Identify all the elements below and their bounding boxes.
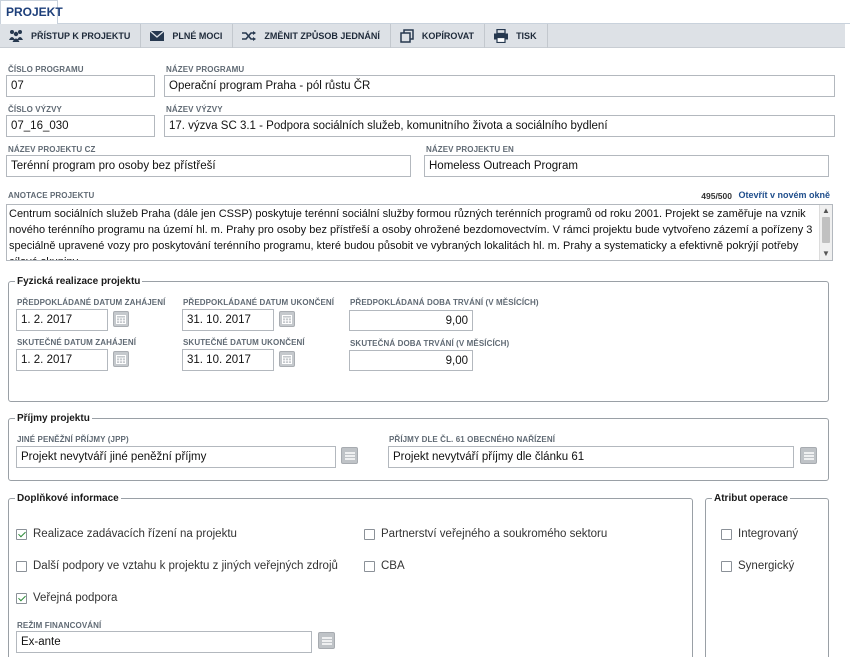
actual-end-field[interactable]: 31. 10. 2017 (182, 349, 274, 371)
actual-duration-field[interactable]: 9,00 (349, 350, 473, 371)
operation-attribute-section: Atribut operace (705, 493, 829, 657)
envelope-icon (149, 29, 165, 43)
funding-mode-label: REŽIM FINANCOVÁNÍ (17, 621, 102, 630)
funding-mode-field[interactable]: Ex-ante (16, 631, 312, 653)
checkbox-cba-box[interactable] (364, 560, 375, 572)
checkbox-integrated-label: Integrovaný (738, 528, 799, 540)
checkbox-cba-label: CBA (381, 560, 405, 572)
project-access-label: PŘÍSTUP K PROJEKTU (31, 31, 131, 41)
print-button[interactable]: TISK (485, 24, 548, 48)
copy-button[interactable]: KOPÍROVAT (391, 24, 486, 48)
planned-end-field[interactable]: 31. 10. 2017 (182, 309, 274, 331)
scroll-up-icon[interactable]: ▲ (820, 205, 832, 217)
call-name-field[interactable]: 17. výzva SC 3.1 - Podpora sociálních sl… (164, 115, 835, 137)
planned-end-label: PŘEDPOKLÁDANÉ DATUM UKONČENÍ (183, 298, 335, 307)
funding-mode-list-icon[interactable] (318, 632, 335, 649)
planned-start-label: PŘEDPOKLÁDANÉ DATUM ZAHÁJENÍ (17, 298, 166, 307)
actual-start-field[interactable]: 1. 2. 2017 (16, 349, 108, 371)
change-acting-method-button[interactable]: ZMĚNIT ZPŮSOB JEDNÁNÍ (233, 24, 391, 48)
other-income-list-icon[interactable] (341, 447, 358, 464)
art61-income-field[interactable]: Projekt nevytváří příjmy dle článku 61 (388, 446, 794, 468)
program-number-field[interactable]: 07 (6, 75, 155, 97)
actual-duration-label: SKUTEČNÁ DOBA TRVÁNÍ (V MĚSÍCÍCH) (350, 339, 510, 348)
printer-icon (493, 29, 509, 43)
call-name-label: NÁZEV VÝZVY (166, 105, 223, 114)
program-number-label: ČÍSLO PROGRAMU (8, 65, 84, 74)
planned-duration-field[interactable]: 9,00 (349, 310, 473, 331)
planned-end-calendar-icon[interactable] (279, 311, 295, 327)
powers-of-attorney-label: PLNÉ MOCI (172, 31, 223, 41)
art61-income-label: PŘÍJMY DLE ČL. 61 OBECNÉHO NAŘÍZENÍ (389, 435, 556, 444)
checkbox-synergic-box[interactable] (721, 560, 732, 572)
scroll-thumb[interactable] (822, 217, 830, 243)
open-new-window-link[interactable]: Otevřít v novém okně (738, 190, 830, 200)
planned-duration-label: PŘEDPOKLÁDANÁ DOBA TRVÁNÍ (V MĚSÍCÍCH) (350, 298, 539, 307)
annotation-scrollbar[interactable]: ▲ ▼ (819, 205, 832, 260)
tab-projekt[interactable]: PROJEKT (0, 0, 63, 24)
shuffle-icon (241, 29, 257, 43)
operation-attribute-legend: Atribut operace (714, 493, 788, 504)
actual-start-calendar-icon[interactable] (113, 351, 129, 367)
program-name-label: NÁZEV PROGRAMU (166, 65, 245, 74)
checkbox-ppp[interactable]: Partnerství veřejného a soukromého sekto… (364, 528, 607, 540)
project-name-en-field[interactable]: Homeless Outreach Program (424, 155, 829, 177)
actual-start-label: SKUTEČNÉ DATUM ZAHÁJENÍ (17, 338, 137, 347)
call-number-field[interactable]: 07_16_030 (6, 115, 155, 137)
other-income-field[interactable]: Projekt nevytváří jiné peněžní příjmy (16, 446, 336, 468)
project-access-button[interactable]: PŘÍSTUP K PROJEKTU (0, 24, 142, 48)
annotation-label: ANOTACE PROJEKTU (8, 191, 95, 200)
checkbox-synergic-label: Synergický (738, 560, 795, 572)
checkbox-other-support[interactable]: Další podpory ve vztahu k projektu z jin… (16, 560, 338, 572)
people-icon (8, 29, 24, 43)
checkbox-procurement-label: Realizace zadávacích řízení na projektu (33, 528, 237, 540)
change-acting-method-label: ZMĚNIT ZPŮSOB JEDNÁNÍ (264, 31, 380, 41)
annotation-text: Centrum sociálních služeb Praha (dále je… (9, 208, 813, 260)
toolbar: PŘÍSTUP K PROJEKTU PLNÉ MOCI ZMĚNIT ZPŮS… (0, 24, 845, 48)
project-name-en-label: NÁZEV PROJEKTU EN (426, 145, 514, 154)
project-name-cz-field[interactable]: Terénní program pro osoby bez přístřeší (6, 155, 411, 177)
checkbox-synergic[interactable]: Synergický (721, 560, 794, 572)
income-legend: Příjmy projektu (17, 413, 90, 424)
checkbox-ppp-box[interactable] (364, 528, 375, 540)
checkbox-procurement[interactable]: Realizace zadávacích řízení na projektu (16, 528, 237, 540)
checkbox-other-support-label: Další podpory ve vztahu k projektu z jin… (33, 560, 338, 572)
scroll-down-icon[interactable]: ▼ (820, 248, 832, 260)
call-number-label: ČÍSLO VÝZVY (8, 105, 62, 114)
actual-end-calendar-icon[interactable] (279, 351, 295, 367)
copy-label: KOPÍROVAT (421, 31, 475, 41)
program-name-field[interactable]: Operační program Praha - pól růstu ČR (164, 75, 835, 97)
other-income-label: JINÉ PENĚŽNÍ PŘÍJMY (JPP) (17, 435, 129, 444)
checkbox-other-support-box[interactable] (16, 560, 27, 572)
art61-income-list-icon[interactable] (800, 447, 817, 464)
copy-icon (399, 29, 415, 43)
project-name-cz-label: NÁZEV PROJEKTU CZ (8, 145, 96, 154)
actual-end-label: SKUTEČNÉ DATUM UKONČENÍ (183, 338, 305, 347)
checkbox-integrated[interactable]: Integrovaný (721, 528, 798, 540)
checkbox-public-support-label: Veřejná podpora (33, 592, 118, 604)
checkbox-ppp-label: Partnerství veřejného a soukromého sekto… (381, 528, 608, 540)
planned-start-field[interactable]: 1. 2. 2017 (16, 309, 108, 331)
checkbox-integrated-box[interactable] (721, 528, 732, 540)
physical-realization-legend: Fyzická realizace projektu (17, 276, 141, 287)
planned-start-calendar-icon[interactable] (113, 311, 129, 327)
checkbox-public-support-box[interactable] (16, 592, 27, 604)
checkbox-procurement-box[interactable] (16, 528, 27, 540)
annotation-char-counter: 495/500 (701, 191, 732, 201)
checkbox-cba[interactable]: CBA (364, 560, 405, 572)
powers-of-attorney-button[interactable]: PLNÉ MOCI (141, 24, 234, 48)
annotation-textarea[interactable]: Centrum sociálních služeb Praha (dále je… (6, 204, 833, 261)
checkbox-public-support[interactable]: Veřejná podpora (16, 592, 117, 604)
print-label: TISK (516, 31, 537, 41)
additional-info-legend: Doplňkové informace (17, 493, 119, 504)
